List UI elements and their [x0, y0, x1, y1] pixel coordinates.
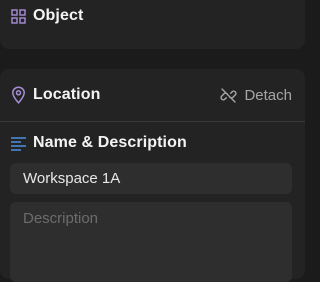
section-divider	[0, 121, 305, 122]
object-panel: Object	[0, 0, 305, 49]
location-panel: Location Detach Name & Description Works…	[0, 69, 305, 282]
unlink-icon	[220, 87, 238, 104]
name-description-title: Name & Description	[33, 134, 187, 151]
align-left-icon	[10, 135, 27, 152]
map-pin-icon	[10, 86, 27, 104]
name-description-header: Name & Description	[10, 132, 187, 154]
name-field[interactable]: Workspace 1A	[10, 163, 292, 194]
object-header[interactable]: Object	[10, 6, 83, 26]
location-title: Location	[33, 86, 101, 103]
detach-label: Detach	[244, 86, 292, 104]
detach-button[interactable]: Detach	[220, 84, 292, 106]
grid-icon	[10, 8, 27, 25]
description-field[interactable]	[10, 202, 292, 282]
object-title: Object	[33, 7, 84, 24]
location-header[interactable]: Location	[10, 84, 100, 106]
